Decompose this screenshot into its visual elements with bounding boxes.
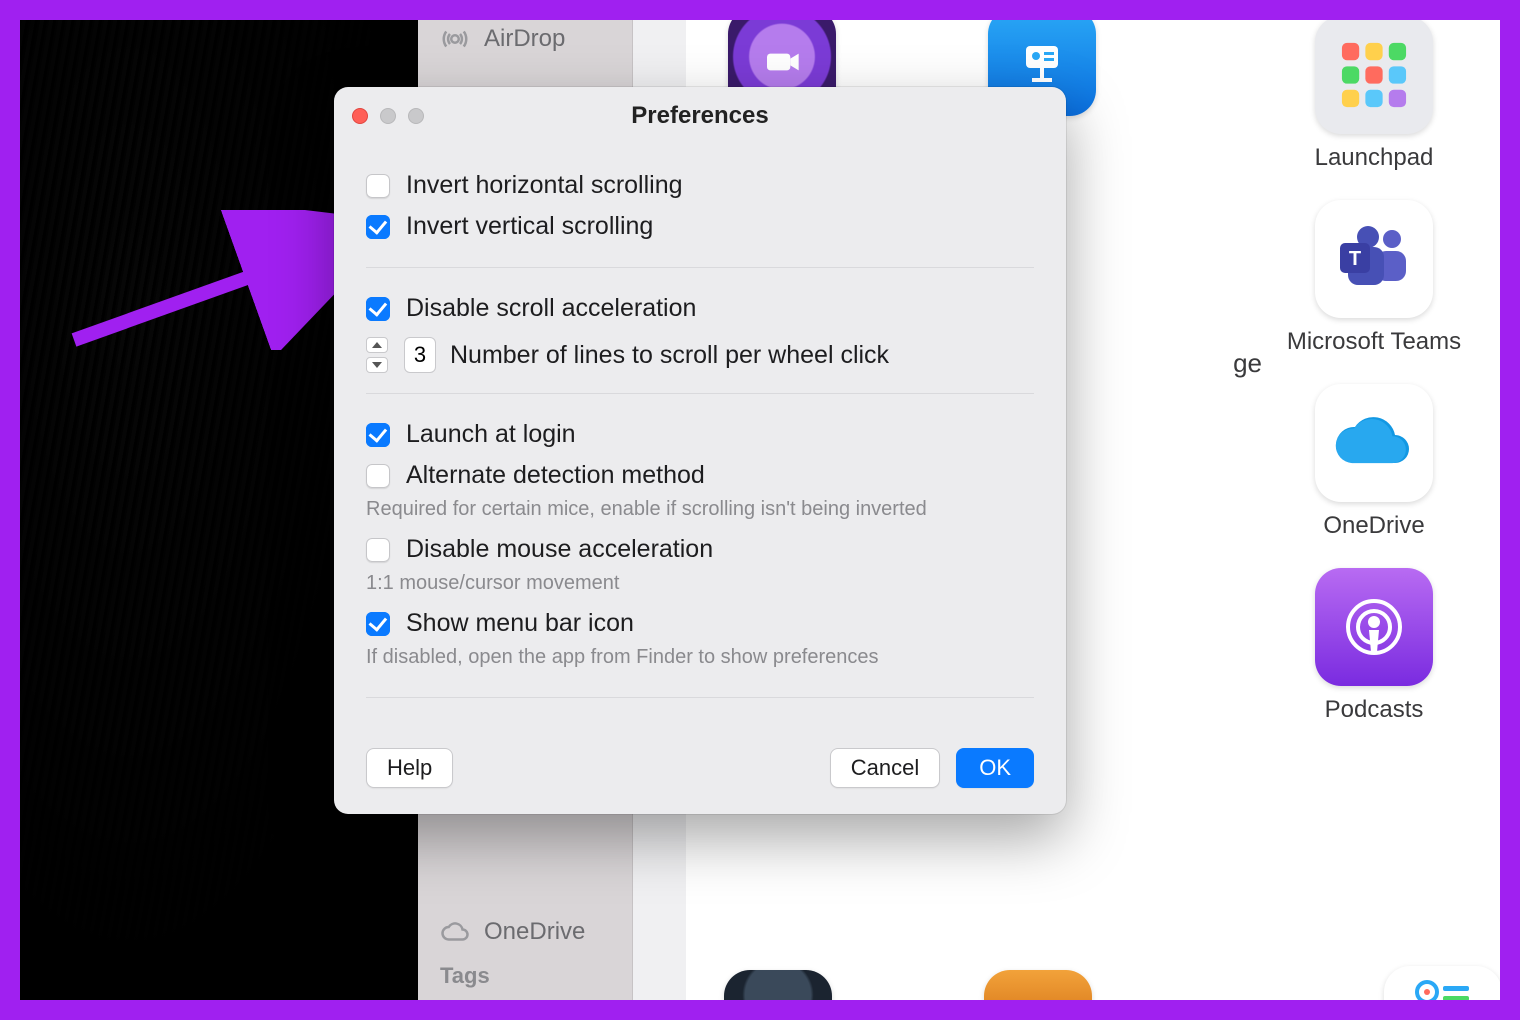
checkbox-label: Invert horizontal scrolling	[406, 171, 683, 200]
checkbox-label: Disable scroll acceleration	[406, 294, 696, 323]
app-label: OneDrive	[1323, 512, 1424, 540]
launchpad-app-icon	[1315, 20, 1433, 134]
sidebar-item-onedrive[interactable]: OneDrive	[418, 907, 632, 957]
stepper-down-button[interactable]	[366, 357, 388, 373]
cloud-icon	[1331, 415, 1417, 471]
checkbox-label: Disable mouse acceleration	[406, 535, 713, 564]
app-grid-column: Launchpad T Microsoft Teams	[1244, 20, 1500, 724]
podcasts-app-icon	[1315, 568, 1433, 686]
lines-stepper	[366, 337, 390, 373]
grid-icon	[1337, 38, 1411, 112]
lines-value-field[interactable]: 3	[404, 337, 436, 373]
group-scrolling-direction: Invert horizontal scrolling Invert verti…	[366, 145, 1034, 268]
lines-label: Number of lines to scroll per wheel clic…	[450, 341, 889, 370]
presentation-icon	[1018, 38, 1066, 86]
window-controls	[352, 108, 424, 124]
ok-button[interactable]: OK	[956, 748, 1034, 788]
dialog-footer: Help Cancel OK	[334, 744, 1066, 814]
checkbox-alt-detection[interactable]	[366, 464, 390, 488]
svg-text:T: T	[1349, 248, 1361, 270]
background-app-row-bottom	[724, 970, 1092, 1000]
preferences-body: Invert horizontal scrolling Invert verti…	[334, 145, 1066, 744]
stepper-up-button[interactable]	[366, 337, 388, 353]
app-tile-podcasts[interactable]: Podcasts	[1315, 568, 1433, 724]
partial-app-icon[interactable]	[1384, 966, 1500, 1000]
checkbox-invert-horizontal[interactable]	[366, 174, 390, 198]
onedrive-app-icon	[1315, 384, 1433, 502]
window-title: Preferences	[334, 102, 1066, 130]
checkbox-label: Launch at login	[406, 420, 576, 449]
camera-icon	[762, 42, 802, 82]
checkbox-label: Show menu bar icon	[406, 609, 634, 638]
checkbox-invert-vertical[interactable]	[366, 215, 390, 239]
close-window-button[interactable]	[352, 108, 368, 124]
hint-text: Required for certain mice, enable if scr…	[366, 496, 1034, 529]
app-tile-onedrive[interactable]: OneDrive	[1315, 384, 1433, 540]
app-label: Podcasts	[1325, 696, 1424, 724]
hint-text: If disabled, open the app from Finder to…	[366, 644, 1034, 677]
teams-app-icon: T	[1315, 200, 1433, 318]
minimize-window-button[interactable]	[380, 108, 396, 124]
checkbox-label: Alternate detection method	[406, 461, 705, 490]
sidebar-item-label: AirDrop	[484, 25, 565, 53]
app-label: Launchpad	[1315, 144, 1434, 172]
screenshot-area: AirDrop OneDrive Tags ge	[20, 20, 1500, 1000]
app-tile-teams[interactable]: T Microsoft Teams	[1287, 200, 1461, 356]
group-misc: Launch at login Alternate detection meth…	[366, 394, 1034, 698]
checkbox-launch-at-login[interactable]	[366, 423, 390, 447]
partial-icon	[1413, 978, 1473, 1000]
help-button[interactable]: Help	[366, 748, 453, 788]
sidebar-section-tags: Tags	[418, 963, 632, 989]
app-icon-orange[interactable]	[984, 970, 1092, 1000]
teams-icon: T	[1334, 225, 1414, 293]
cloud-icon	[440, 917, 470, 947]
app-icon-dark[interactable]	[724, 970, 832, 1000]
group-scroll-acceleration: Disable scroll acceleration 3 Number of …	[366, 268, 1034, 394]
preferences-window: Preferences Invert horizontal scrolling …	[334, 87, 1066, 814]
checkbox-disable-mouse-accel[interactable]	[366, 538, 390, 562]
cancel-button[interactable]: Cancel	[830, 748, 940, 788]
checkbox-disable-scroll-accel[interactable]	[366, 297, 390, 321]
window-titlebar[interactable]: Preferences	[334, 87, 1066, 145]
app-tile-launchpad[interactable]: Launchpad	[1315, 20, 1434, 172]
chevron-up-icon	[372, 342, 382, 348]
checkbox-label: Invert vertical scrolling	[406, 212, 653, 241]
chevron-down-icon	[372, 362, 382, 368]
sidebar-item-airdrop[interactable]: AirDrop	[418, 20, 632, 64]
checkbox-show-menu-bar-icon[interactable]	[366, 612, 390, 636]
podcasts-icon	[1339, 592, 1409, 662]
airdrop-icon	[440, 24, 470, 54]
sidebar-item-label: OneDrive	[484, 918, 585, 946]
zoom-window-button[interactable]	[408, 108, 424, 124]
hint-text: 1:1 mouse/cursor movement	[366, 570, 1034, 603]
app-label: Microsoft Teams	[1287, 328, 1461, 356]
